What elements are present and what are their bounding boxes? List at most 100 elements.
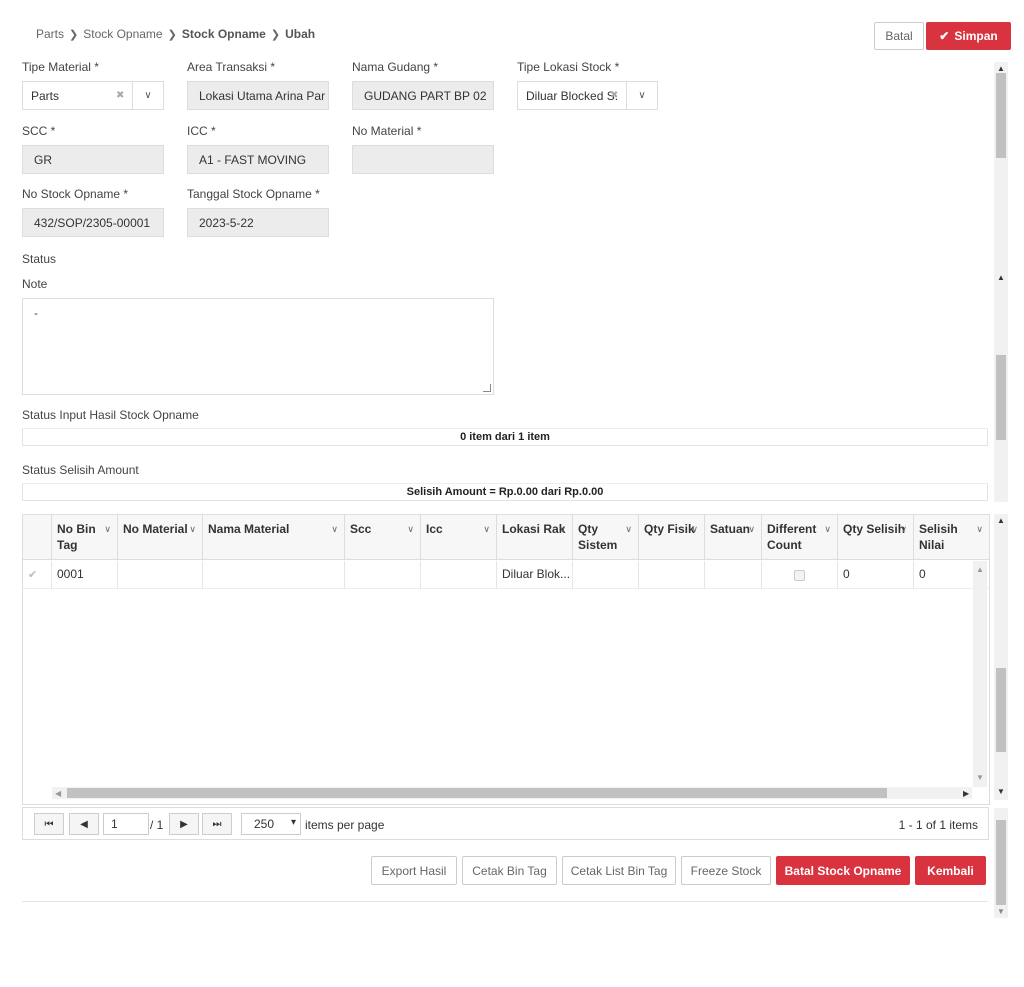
export-hasil-button[interactable]: Export Hasil xyxy=(371,856,457,885)
page-scrollbar-lower-thumb[interactable] xyxy=(996,820,1006,905)
table-row[interactable]: ✔ 0001 Diluar Blok... 0 0 xyxy=(23,561,989,589)
different-count-checkbox[interactable] xyxy=(794,570,805,581)
page-input[interactable]: 1 xyxy=(103,813,149,835)
chevron-down-icon[interactable]: ∨ xyxy=(824,521,831,537)
column-header-qty-fisik[interactable]: Qty Fisik ∨ xyxy=(639,515,705,560)
cell-select[interactable]: ✔ xyxy=(23,561,52,589)
column-header-label: Selisih Nilai xyxy=(919,522,958,552)
chevron-down-icon[interactable]: ∨ xyxy=(625,521,632,537)
no-stock-opname-field: 432/SOP/2305-00001 xyxy=(22,208,164,237)
form-scrollbar-thumb[interactable] xyxy=(996,73,1006,158)
page-scrollbar-thumb[interactable] xyxy=(996,668,1006,752)
no-material-label: No Material * xyxy=(352,124,422,138)
chevron-down-icon[interactable]: ∨ xyxy=(748,521,755,537)
grid-vscrollbar[interactable] xyxy=(973,561,987,787)
breadcrumb-stock-opname[interactable]: Stock Opname xyxy=(83,27,162,41)
cancel-button[interactable]: Batal xyxy=(874,22,924,50)
area-transaksi-field: Lokasi Utama Arina Par xyxy=(187,81,329,110)
column-header-qty-sistem[interactable]: Qty Sistem ∨ xyxy=(573,515,639,560)
page-size-select[interactable]: 250 ▾ xyxy=(241,813,301,835)
column-header-nama-material[interactable]: Nama Material ∨ xyxy=(203,515,345,560)
chevron-down-icon[interactable]: ∨ xyxy=(559,521,566,537)
scroll-left-icon[interactable]: ◀ xyxy=(55,789,61,798)
cancel-label: Batal xyxy=(885,29,913,43)
chevron-down-icon[interactable]: ∨ xyxy=(104,521,111,537)
breadcrumb-stock-opname-current[interactable]: Stock Opname xyxy=(182,27,266,41)
chevron-down-icon[interactable]: ∨ xyxy=(626,81,658,110)
cetak-list-bin-tag-button[interactable]: Cetak List Bin Tag xyxy=(562,856,676,885)
chevron-down-icon[interactable]: ∨ xyxy=(483,521,490,537)
scroll-up-icon[interactable]: ▲ xyxy=(997,64,1005,73)
batal-stock-opname-button[interactable]: Batal Stock Opname xyxy=(776,856,910,885)
column-header-different-count[interactable]: Different Count ∨ xyxy=(762,515,838,560)
scroll-up-icon[interactable]: ▲ xyxy=(997,516,1005,525)
divider xyxy=(22,901,988,902)
column-header-label: Qty Selisih xyxy=(843,522,906,536)
scroll-down-icon[interactable]: ▼ xyxy=(997,907,1005,916)
scroll-up-icon[interactable]: ▲ xyxy=(997,273,1005,282)
items-per-page-label: items per page xyxy=(305,818,385,832)
column-header-scc[interactable]: Scc ∨ xyxy=(345,515,421,560)
icc-label: ICC * xyxy=(187,124,216,138)
chevron-right-icon: ❯ xyxy=(270,28,281,41)
page-scrollbar[interactable] xyxy=(994,514,1008,800)
chevron-down-icon[interactable]: ∨ xyxy=(407,521,414,537)
column-header-lokasi-rak[interactable]: Lokasi Rak ∨ xyxy=(497,515,573,560)
column-header-label: Icc xyxy=(426,522,443,536)
cell-no-material xyxy=(118,561,203,589)
column-header-label: Qty Fisik xyxy=(644,522,695,536)
breadcrumb-parts[interactable]: Parts xyxy=(36,27,64,41)
chevron-down-icon[interactable]: ∨ xyxy=(691,521,698,537)
note-textarea[interactable]: - xyxy=(22,298,494,395)
status-label: Status xyxy=(22,252,57,266)
chevron-down-icon[interactable]: ∨ xyxy=(331,521,338,537)
column-header-label: Different Count xyxy=(767,522,817,552)
scc-field: GR xyxy=(22,145,164,174)
scroll-down-icon[interactable]: ▼ xyxy=(997,787,1005,796)
column-header-no-bin-tag[interactable]: No Bin Tag ∨ xyxy=(52,515,118,560)
first-page-icon[interactable]: ⏮ xyxy=(34,813,64,835)
tipe-lokasi-stock-label: Tipe Lokasi Stock * xyxy=(517,60,620,74)
tanggal-stock-opname-label: Tanggal Stock Opname * xyxy=(187,187,320,201)
grid-hscrollbar-thumb[interactable] xyxy=(67,788,887,798)
check-icon: ✔ xyxy=(939,29,950,43)
scroll-down-icon[interactable]: ▼ xyxy=(976,773,984,782)
next-page-icon[interactable]: ▶ xyxy=(169,813,199,835)
tanggal-stock-opname-field: 2023-5-22 xyxy=(187,208,329,237)
resize-handle-icon[interactable] xyxy=(483,384,491,392)
last-page-icon[interactable]: ⏭ xyxy=(202,813,232,835)
pager-range: 1 - 1 of 1 items xyxy=(898,818,978,832)
grid-pager: ⏮ ◀ 1 / 1 ▶ ⏭ 250 ▾ items per page 1 - 1 … xyxy=(22,807,989,840)
cell-no-bin-tag: 0001 xyxy=(52,561,118,589)
column-header-label: Scc xyxy=(350,522,372,536)
no-stock-opname-label: No Stock Opname * xyxy=(22,187,129,201)
save-button[interactable]: ✔ Simpan xyxy=(926,22,1011,50)
breadcrumb-ubah: Ubah xyxy=(285,27,316,41)
prev-page-icon[interactable]: ◀ xyxy=(69,813,99,835)
scroll-right-icon[interactable]: ▶ xyxy=(963,789,969,798)
cell-satuan xyxy=(705,561,762,589)
column-header-select[interactable] xyxy=(23,515,52,560)
nama-gudang-field: GUDANG PART BP 02 xyxy=(352,81,494,110)
chevron-down-icon[interactable]: ∨ xyxy=(976,521,983,537)
column-header-qty-selisih[interactable]: Qty Selisih ∨ xyxy=(838,515,914,560)
column-header-selisih-nilai[interactable]: Selisih Nilai ∨ xyxy=(914,515,989,560)
cell-icc xyxy=(421,561,497,589)
column-header-no-material[interactable]: No Material ∨ xyxy=(118,515,203,560)
tipe-lokasi-stock-value: Diluar Blocked S. xyxy=(526,88,619,103)
chevron-down-icon[interactable]: ∨ xyxy=(189,521,196,537)
column-header-satuan[interactable]: Satuan ∨ xyxy=(705,515,762,560)
chevron-down-icon[interactable]: ∨ xyxy=(900,521,907,537)
freeze-stock-button[interactable]: Freeze Stock xyxy=(681,856,771,885)
form-scrollbar-thumb-2[interactable] xyxy=(996,355,1006,440)
clear-icon[interactable]: ✖ xyxy=(116,90,124,101)
chevron-down-icon[interactable]: ∨ xyxy=(132,81,164,110)
column-header-icc[interactable]: Icc ∨ xyxy=(421,515,497,560)
check-icon[interactable]: ✔ xyxy=(28,569,37,581)
kembali-button[interactable]: Kembali xyxy=(915,856,986,885)
scroll-up-icon[interactable]: ▲ xyxy=(976,565,984,574)
cetak-bin-tag-button[interactable]: Cetak Bin Tag xyxy=(462,856,557,885)
clear-icon[interactable]: ✖ xyxy=(610,90,618,101)
cell-qty-selisih: 0 xyxy=(838,561,914,589)
area-transaksi-label: Area Transaksi * xyxy=(187,60,276,74)
